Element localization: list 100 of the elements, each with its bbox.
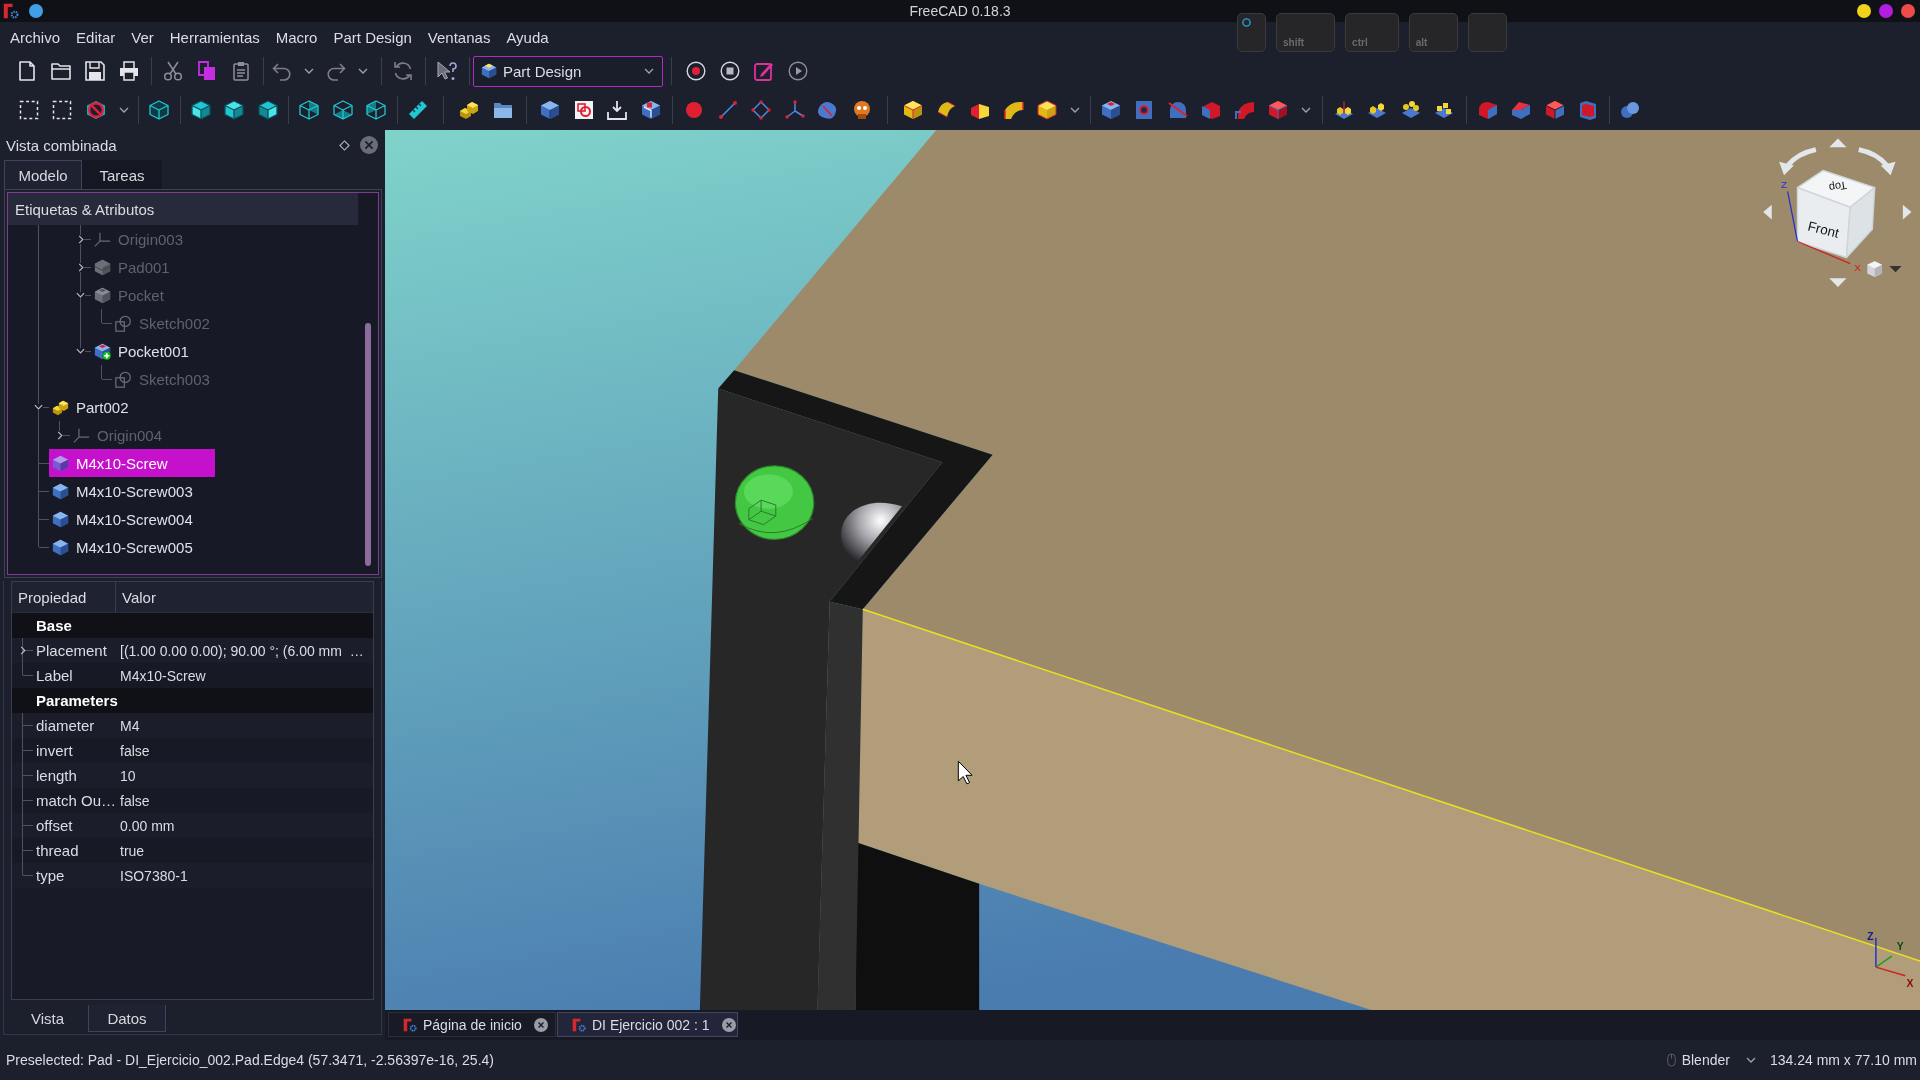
tree-item[interactable]: Part002 (49, 393, 215, 421)
close-icon[interactable] (721, 1017, 736, 1032)
copy-icon[interactable] (197, 61, 217, 81)
caret-icon[interactable] (1070, 107, 1080, 113)
page-icon[interactable] (17, 61, 37, 81)
property-value[interactable]: 10 (116, 763, 373, 788)
block-icon[interactable] (1544, 100, 1565, 120)
document-tab[interactable]: Página de inicio (388, 1012, 556, 1037)
chevron-icon[interactable] (34, 404, 43, 410)
workbench-dropdown[interactable]: Part Design (473, 55, 663, 87)
pattern-icon[interactable] (1333, 100, 1354, 120)
stop-icon[interactable] (720, 61, 740, 81)
sketch-icon[interactable] (573, 100, 594, 120)
chevron-icon[interactable] (19, 646, 26, 655)
cube-face-label[interactable]: Top (1828, 179, 1848, 195)
float-icon[interactable] (339, 139, 350, 151)
record-icon[interactable] (686, 61, 706, 81)
triangle-arrow-icon[interactable] (1829, 138, 1847, 148)
dashed-square-icon[interactable] (18, 100, 39, 120)
block-icon[interactable] (540, 100, 561, 120)
dashed-square-icon[interactable] (52, 100, 73, 120)
property-value[interactable]: true (116, 838, 373, 863)
menu-item[interactable]: Herramientas (161, 28, 268, 46)
line-icon[interactable] (717, 100, 738, 120)
triangle-arrow-icon[interactable] (1902, 204, 1912, 220)
menu-item[interactable]: Editar (68, 28, 124, 46)
tab[interactable]: Modelo (4, 160, 82, 189)
point-icon[interactable] (684, 100, 705, 120)
tab[interactable]: Tareas (82, 160, 162, 189)
property-value[interactable]: false (116, 788, 373, 813)
caret-icon[interactable] (358, 68, 368, 74)
cube-icon[interactable] (190, 100, 211, 120)
blocks-icon[interactable] (459, 100, 480, 120)
pattern-icon[interactable] (1400, 100, 1421, 120)
maximize-button[interactable] (1879, 4, 1893, 18)
tree-item[interactable]: M4x10-Screw005 (49, 533, 215, 561)
no-entry-icon[interactable] (85, 100, 106, 120)
scissors-icon[interactable] (163, 61, 183, 81)
tab[interactable]: Vista (7, 1005, 88, 1032)
tree-item[interactable]: Pocket001 (91, 337, 215, 365)
menu-item[interactable]: Archivo (2, 28, 69, 46)
property-value[interactable]: [(1.00 0.00 0.00); 90.00 °; (6.00 mm … (116, 638, 373, 663)
folder-icon[interactable] (492, 100, 513, 120)
play-icon[interactable] (788, 61, 808, 81)
property-value[interactable]: 0.00 mm (116, 813, 373, 838)
cube-icon[interactable] (366, 100, 387, 120)
menu-item[interactable]: Part Design (325, 28, 420, 46)
pattern-icon[interactable] (1434, 100, 1455, 120)
triangle-arrow-icon[interactable] (1763, 204, 1772, 220)
caret-icon[interactable] (304, 68, 314, 74)
close-icon[interactable] (360, 136, 378, 154)
property-value[interactable]: ISO7380-1 (116, 863, 373, 888)
cube-icon[interactable] (299, 100, 320, 120)
chevron-icon[interactable] (77, 234, 84, 244)
triangle-arrow-icon[interactable] (1829, 278, 1847, 287)
tray-arrow-icon[interactable] (607, 100, 628, 120)
save-icon[interactable] (85, 61, 105, 81)
rotate-arrow-icon[interactable] (1779, 147, 1817, 176)
menu-item[interactable]: Macro (267, 28, 326, 46)
refresh-icon[interactable] (393, 61, 413, 81)
axes-icon[interactable] (784, 100, 805, 120)
caret-icon[interactable] (1301, 107, 1311, 113)
block-icon[interactable] (640, 100, 661, 120)
minimize-button[interactable] (1857, 4, 1871, 18)
app-logo-icon[interactable] (3, 3, 19, 19)
close-icon[interactable] (533, 1017, 548, 1032)
close-button[interactable] (1901, 4, 1915, 18)
scrollbar-thumb[interactable] (365, 323, 371, 566)
document-tab[interactable]: DI Ejercicio 002 : 1 (557, 1012, 738, 1037)
spheres-icon[interactable] (1619, 100, 1640, 120)
redo-icon[interactable] (326, 61, 346, 81)
tree-item[interactable]: M4x10-Screw (49, 449, 215, 477)
cube-icon[interactable] (332, 100, 353, 120)
block-icon[interactable] (1003, 100, 1024, 120)
menu-item[interactable]: Ver (123, 28, 162, 46)
chevron-icon[interactable] (77, 262, 84, 272)
printer-icon[interactable] (119, 61, 139, 81)
caret-icon[interactable] (118, 107, 129, 113)
tree-item[interactable]: M4x10-Screw003 (49, 477, 215, 505)
circle-icon[interactable] (29, 4, 43, 18)
chevron-icon[interactable] (76, 348, 85, 354)
property-value[interactable]: M4x10-Screw (116, 663, 373, 688)
folder-icon[interactable] (51, 61, 71, 81)
clipboard-icon[interactable] (231, 61, 251, 81)
cube-icon[interactable] (149, 100, 170, 120)
tab[interactable]: Datos (88, 1005, 166, 1032)
cube-icon[interactable] (224, 100, 245, 120)
chevron-icon[interactable] (76, 292, 85, 298)
block-icon[interactable] (903, 100, 924, 120)
cube-icon[interactable] (257, 100, 278, 120)
shape-icon[interactable] (818, 100, 839, 120)
navigation-style-dropdown[interactable]: Blender (1666, 1052, 1756, 1068)
pointer-icon[interactable] (437, 61, 457, 81)
rotate-arrow-icon[interactable] (1858, 147, 1896, 176)
pattern-icon[interactable] (1367, 100, 1388, 120)
caret-icon[interactable] (1889, 266, 1902, 273)
block-icon[interactable] (936, 100, 957, 120)
ruler-icon[interactable] (407, 100, 428, 120)
chevron-icon[interactable] (56, 430, 63, 440)
blob-icon[interactable] (851, 100, 872, 120)
